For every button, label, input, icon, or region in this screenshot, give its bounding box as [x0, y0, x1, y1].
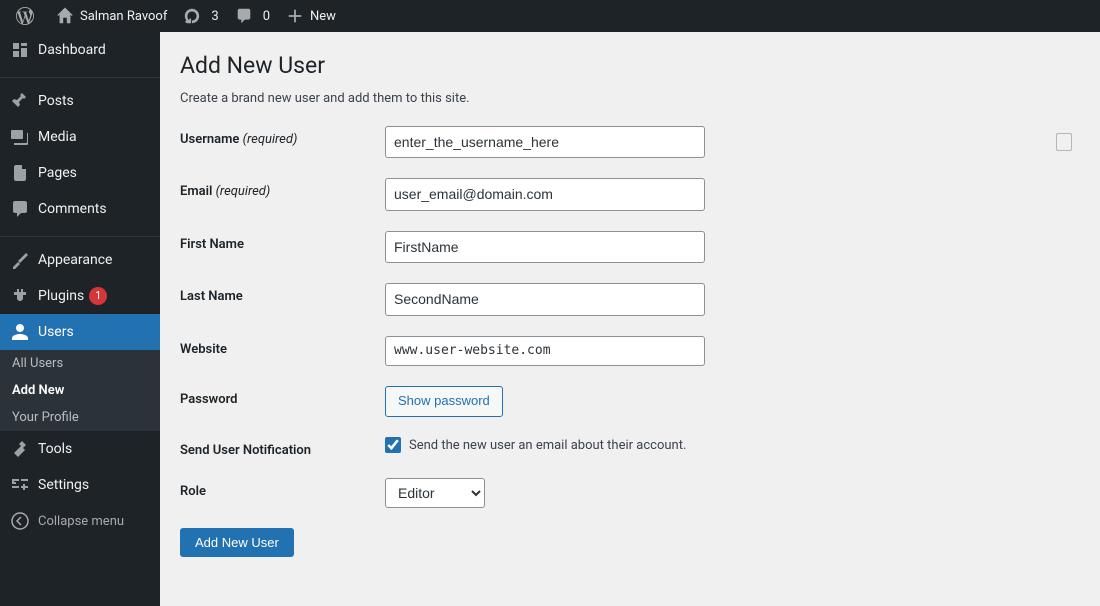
firstname-label: First Name [180, 231, 385, 252]
menu-posts[interactable]: Posts [0, 83, 160, 119]
settings-icon [10, 475, 30, 495]
comments-count: 0 [263, 9, 270, 24]
password-label: Password [180, 386, 385, 407]
content-area: Add New User Create a brand new user and… [160, 32, 1100, 606]
plugins-update-badge: 1 [89, 287, 107, 305]
role-label: Role [180, 478, 385, 499]
appearance-icon [10, 250, 30, 270]
media-icon [10, 127, 30, 147]
submenu-your-profile[interactable]: Your Profile [0, 404, 160, 431]
menu-pages[interactable]: Pages [0, 155, 160, 191]
username-label: Username (required) [180, 126, 385, 147]
wp-logo[interactable] [8, 0, 48, 32]
home-icon [56, 7, 74, 25]
notification-checkbox[interactable] [385, 437, 401, 453]
dashboard-icon [10, 40, 30, 60]
menu-users[interactable]: Users [0, 314, 160, 350]
new-label: New [310, 9, 336, 24]
submenu-all-users[interactable]: All Users [0, 350, 160, 377]
menu-plugins[interactable]: Plugins 1 [0, 278, 160, 314]
show-password-button[interactable]: Show password [385, 386, 503, 417]
updates-link[interactable]: 3 [175, 0, 226, 32]
plus-icon [286, 7, 304, 25]
wordpress-icon [16, 7, 34, 25]
page-subtitle: Create a brand new user and add them to … [180, 91, 1080, 106]
collapse-icon [10, 511, 30, 531]
menu-separator [0, 232, 160, 237]
website-label: Website [180, 336, 385, 357]
comment-icon [235, 7, 253, 25]
updates-count: 3 [211, 9, 218, 24]
users-submenu: All Users Add New Your Profile [0, 350, 160, 431]
page-icon [10, 163, 30, 183]
menu-separator [0, 73, 160, 78]
email-label: Email (required) [180, 178, 385, 199]
add-user-form: Username (required) Email (required) Fir… [180, 126, 1080, 557]
notification-text: Send the new user an email about their a… [409, 438, 686, 453]
firstname-input[interactable] [385, 231, 705, 263]
comments-link[interactable]: 0 [227, 0, 278, 32]
website-input[interactable] [385, 336, 705, 367]
submenu-add-new[interactable]: Add New [0, 377, 160, 404]
page-title: Add New User [180, 52, 1080, 79]
plugin-icon [10, 286, 30, 306]
users-icon [10, 322, 30, 342]
menu-media[interactable]: Media [0, 119, 160, 155]
notification-label: Send User Notification [180, 437, 385, 458]
email-input[interactable] [385, 178, 705, 210]
menu-settings[interactable]: Settings [0, 467, 160, 503]
tools-icon [10, 439, 30, 459]
add-user-button[interactable]: Add New User [180, 528, 294, 557]
new-content-link[interactable]: New [278, 0, 344, 32]
lastname-input[interactable] [385, 283, 705, 315]
collapse-menu[interactable]: Collapse menu [0, 503, 160, 539]
menu-tools[interactable]: Tools [0, 431, 160, 467]
comment-icon [10, 199, 30, 219]
menu-dashboard[interactable]: Dashboard [0, 32, 160, 68]
menu-comments[interactable]: Comments [0, 191, 160, 227]
role-select[interactable]: Editor [385, 478, 485, 508]
update-icon [183, 7, 201, 25]
site-name: Salman Ravoof [80, 9, 167, 24]
lastname-label: Last Name [180, 283, 385, 304]
menu-appearance[interactable]: Appearance [0, 242, 160, 278]
pin-icon [10, 91, 30, 111]
site-name-link[interactable]: Salman Ravoof [48, 0, 175, 32]
username-input[interactable] [385, 126, 705, 158]
admin-bar: Salman Ravoof 3 0 New [0, 0, 1100, 32]
admin-sidebar: Dashboard Posts Media Pages Comments App… [0, 32, 160, 606]
